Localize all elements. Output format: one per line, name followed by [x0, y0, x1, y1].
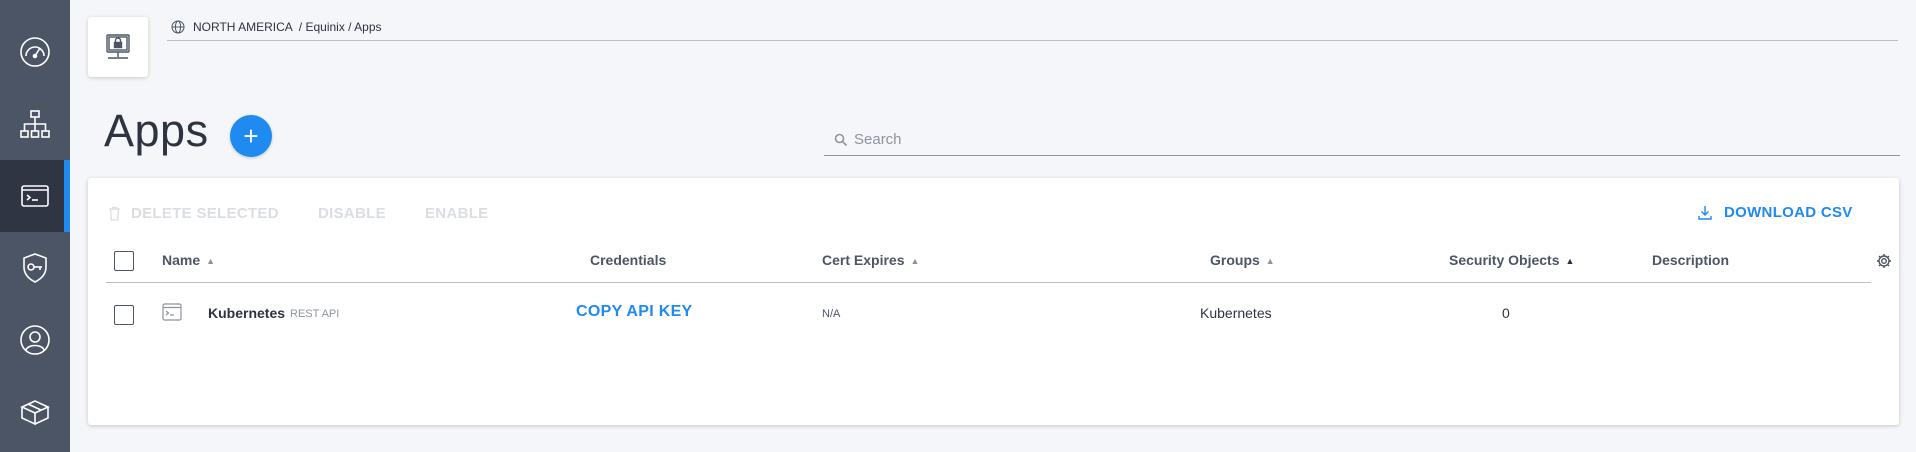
security-objects-value: 0	[1502, 305, 1510, 321]
column-security-objects[interactable]: Security Objects ▲	[1449, 252, 1574, 268]
sidebar	[0, 0, 70, 452]
nav-users[interactable]	[0, 304, 70, 376]
hierarchy-icon	[20, 110, 50, 138]
search-bar	[824, 124, 1900, 156]
nav-security[interactable]	[0, 232, 70, 304]
plus-icon: +	[243, 121, 259, 151]
column-groups-label: Groups	[1210, 252, 1260, 268]
column-name[interactable]: Name ▲	[162, 252, 215, 268]
cert-expires-value: N/A	[822, 308, 841, 320]
delete-selected-button[interactable]: DELETE SELECTED	[108, 205, 279, 222]
column-description: Description	[1652, 252, 1729, 268]
column-credentials-label: Credentials	[590, 252, 667, 268]
nav-dashboard[interactable]	[0, 16, 70, 88]
disable-label: DISABLE	[318, 205, 386, 222]
key-shield-icon	[23, 253, 47, 283]
gear-icon[interactable]	[1876, 253, 1892, 269]
app-terminal-icon	[162, 303, 182, 321]
enable-label: ENABLE	[425, 205, 489, 222]
app-type: REST API	[290, 308, 340, 320]
plugin-box-icon	[20, 400, 50, 426]
page-title: Apps	[104, 105, 209, 156]
groups-value[interactable]: Kubernetes	[1200, 305, 1272, 321]
enable-button[interactable]: ENABLE	[425, 205, 488, 222]
app-name[interactable]: Kubernetes	[208, 305, 285, 321]
sort-arrow-icon: ▲	[910, 256, 920, 266]
table-header: Name ▲ Credentials Cert Expires ▲ Groups…	[106, 240, 1891, 283]
trash-icon	[109, 206, 120, 221]
delete-selected-label: DELETE SELECTED	[131, 205, 279, 222]
row-checkbox[interactable]	[114, 305, 134, 325]
download-icon	[1698, 206, 1712, 220]
sort-arrow-icon: ▲	[206, 256, 216, 266]
download-csv-label: DOWNLOAD CSV	[1724, 204, 1853, 221]
download-csv-button[interactable]: DOWNLOAD CSV	[1698, 204, 1853, 221]
sort-arrow-active-icon: ▲	[1565, 256, 1575, 266]
column-cert-expires[interactable]: Cert Expires ▲	[822, 252, 919, 268]
copy-api-key-link[interactable]: COPY API KEY	[576, 303, 693, 321]
column-groups[interactable]: Groups ▲	[1210, 252, 1275, 268]
add-app-button[interactable]: +	[230, 115, 272, 157]
breadcrumb-region[interactable]: NORTH AMERICA	[193, 20, 293, 34]
column-cert-expires-label: Cert Expires	[822, 252, 905, 268]
secure-laptop-icon	[106, 34, 130, 59]
column-credentials: Credentials	[590, 252, 666, 268]
nav-apps[interactable]	[0, 160, 70, 232]
table-row[interactable]: Kubernetes REST API COPY API KEY N/A Kub…	[106, 283, 1871, 347]
apps-table-card: DELETE SELECTED DISABLE ENABLE DOWNLOAD …	[88, 178, 1899, 425]
nav-hierarchy[interactable]	[0, 88, 70, 160]
column-name-label: Name	[162, 252, 201, 268]
search-input[interactable]	[854, 131, 1854, 148]
apps-icon	[21, 185, 49, 207]
dashboard-icon	[20, 37, 50, 67]
column-security-objects-label: Security Objects	[1449, 252, 1560, 268]
select-all-checkbox[interactable]	[114, 251, 134, 271]
breadcrumb-path[interactable]: / Equinix / Apps	[299, 20, 382, 34]
nav-plugins[interactable]	[0, 376, 70, 448]
breadcrumb: NORTH AMERICA / Equinix / Apps	[167, 14, 1898, 41]
disable-button[interactable]: DISABLE	[318, 205, 386, 222]
column-description-label: Description	[1652, 252, 1730, 268]
sort-arrow-icon: ▲	[1265, 256, 1275, 266]
globe-icon	[171, 20, 185, 34]
app-logo	[88, 17, 148, 77]
search-icon	[834, 133, 848, 146]
user-icon	[20, 325, 50, 355]
